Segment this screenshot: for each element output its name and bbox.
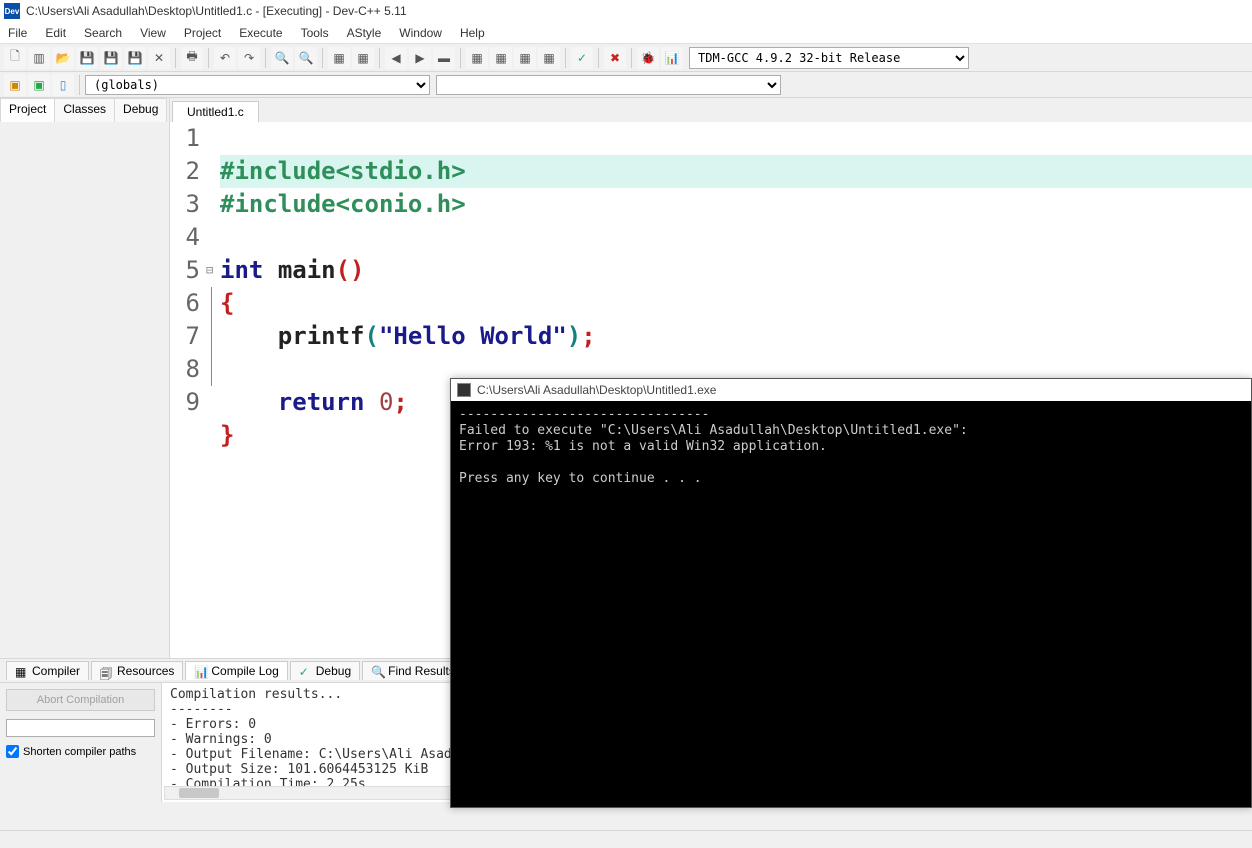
open-icon[interactable]: 📂	[52, 47, 74, 69]
menu-window[interactable]: Window	[399, 26, 442, 40]
console-icon	[457, 383, 471, 397]
stop-icon[interactable]: ✖	[604, 47, 626, 69]
new-file-icon[interactable]: 🗋	[4, 47, 26, 69]
grid-icon: ▦	[15, 665, 28, 678]
bottom-tab-compile-log[interactable]: 📊Compile Log	[185, 661, 287, 680]
bottom-tab-compiler[interactable]: ▦Compiler	[6, 661, 89, 680]
grid2-icon[interactable]: ▦	[490, 47, 512, 69]
grid4-icon[interactable]: ▦	[538, 47, 560, 69]
left-tab-project[interactable]: Project	[0, 98, 55, 122]
check-icon[interactable]: ✓	[571, 47, 593, 69]
grid3-icon[interactable]: ▦	[514, 47, 536, 69]
abort-compilation-button[interactable]: Abort Compilation	[6, 689, 155, 711]
bottom-tab-debug[interactable]: ✓Debug	[290, 661, 360, 680]
menu-view[interactable]: View	[140, 26, 166, 40]
console-title: C:\Users\Ali Asadullah\Desktop\Untitled1…	[477, 383, 716, 397]
run-icon[interactable]: ▦	[352, 47, 374, 69]
save-as-icon[interactable]: 💾	[124, 47, 146, 69]
grid-icon[interactable]: ▦	[466, 47, 488, 69]
menu-tools[interactable]: Tools	[301, 26, 329, 40]
fold-column: ⊟	[206, 122, 220, 658]
toolbar-scope: ▣ ▣ ▯ (globals)	[0, 72, 1252, 98]
line-gutter: 1 2 3 4 5 6 7 8 9	[170, 122, 206, 658]
save-all-icon[interactable]: 💾	[100, 47, 122, 69]
bottom-tab-find-results[interactable]: 🔍Find Results	[362, 661, 464, 680]
resources-icon: 🗐	[100, 665, 113, 678]
goto-icon[interactable]: ▣	[4, 74, 26, 96]
bookmark-icon[interactable]: ▬	[433, 47, 455, 69]
compile-controls: Abort Compilation Shorten compiler paths	[0, 683, 162, 802]
debug-icon[interactable]: 🐞	[637, 47, 659, 69]
left-tab-debug[interactable]: Debug	[114, 98, 167, 122]
app-icon: Dev	[4, 3, 20, 19]
shorten-paths-checkbox[interactable]: Shorten compiler paths	[6, 745, 155, 758]
fold-toggle-icon[interactable]: ⊟	[206, 254, 220, 287]
menu-astyle[interactable]: AStyle	[347, 26, 382, 40]
menu-search[interactable]: Search	[84, 26, 122, 40]
menu-execute[interactable]: Execute	[239, 26, 282, 40]
undo-icon[interactable]: ↶	[214, 47, 236, 69]
window-title: C:\Users\Ali Asadullah\Desktop\Untitled1…	[26, 4, 407, 18]
console-window[interactable]: C:\Users\Ali Asadullah\Desktop\Untitled1…	[450, 378, 1252, 808]
file-tabs: Untitled1.c	[170, 98, 1252, 122]
title-bar: Dev C:\Users\Ali Asadullah\Desktop\Untit…	[0, 0, 1252, 22]
console-titlebar[interactable]: C:\Users\Ali Asadullah\Desktop\Untitled1…	[451, 379, 1251, 401]
forward-icon[interactable]: ▶	[409, 47, 431, 69]
shorten-paths-box[interactable]	[6, 745, 19, 758]
print-icon[interactable]: 🖶	[181, 47, 203, 69]
left-panel: Project Classes Debug	[0, 98, 170, 658]
replace-icon[interactable]: 🔍	[295, 47, 317, 69]
status-bar	[0, 830, 1252, 848]
scope-dropdown[interactable]: (globals)	[85, 75, 430, 95]
menu-project[interactable]: Project	[184, 26, 221, 40]
find-icon: 🔍	[371, 665, 384, 678]
menu-help[interactable]: Help	[460, 26, 485, 40]
shorten-paths-label: Shorten compiler paths	[23, 746, 136, 758]
find-icon[interactable]: 🔍	[271, 47, 293, 69]
profile-icon[interactable]: 📊	[661, 47, 683, 69]
redo-icon[interactable]: ↷	[238, 47, 260, 69]
save-icon[interactable]: 💾	[76, 47, 98, 69]
toolbar-main: 🗋 ▥ 📂 💾 💾 💾 ✕ 🖶 ↶ ↷ 🔍 🔍 ▦ ▦ ◀ ▶ ▬ ▦ ▦ ▦ …	[0, 44, 1252, 72]
compile-path-input[interactable]	[6, 719, 155, 737]
left-tab-classes[interactable]: Classes	[54, 98, 115, 122]
goto3-icon[interactable]: ▯	[52, 74, 74, 96]
back-icon[interactable]: ◀	[385, 47, 407, 69]
compile-icon[interactable]: ▦	[328, 47, 350, 69]
console-output[interactable]: -------------------------------- Failed …	[451, 401, 1251, 493]
menu-bar: File Edit Search View Project Execute To…	[0, 22, 1252, 44]
file-tab[interactable]: Untitled1.c	[172, 101, 259, 122]
menu-file[interactable]: File	[8, 26, 27, 40]
bottom-tab-resources[interactable]: 🗐Resources	[91, 661, 183, 680]
goto2-icon[interactable]: ▣	[28, 74, 50, 96]
check-icon: ✓	[299, 665, 312, 678]
left-panel-tabs: Project Classes Debug	[0, 98, 169, 122]
close-icon[interactable]: ✕	[148, 47, 170, 69]
member-dropdown[interactable]	[436, 75, 781, 95]
menu-edit[interactable]: Edit	[45, 26, 66, 40]
new-project-icon[interactable]: ▥	[28, 47, 50, 69]
compiler-dropdown[interactable]: TDM-GCC 4.9.2 32-bit Release	[689, 47, 969, 69]
chart-icon: 📊	[194, 665, 207, 678]
